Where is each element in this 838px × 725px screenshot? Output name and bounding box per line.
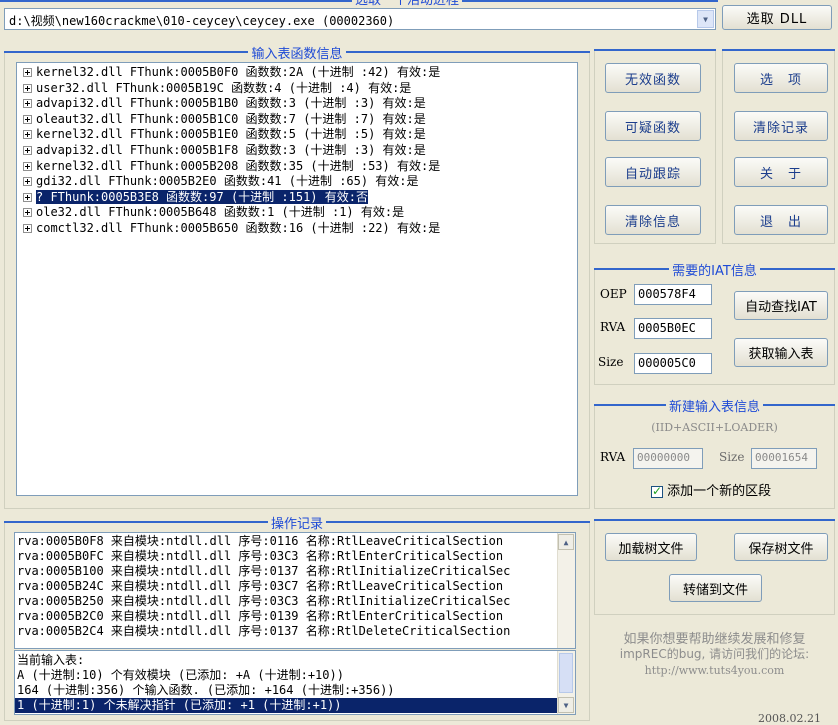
tree-module-label: advapi32.dll FThunk:0005B1F8 函数数:3 (十进制 … [36, 143, 426, 157]
expand-plus-icon[interactable] [23, 192, 32, 202]
select-dll-button[interactable]: 选取 DLL [722, 5, 832, 30]
tree-module-item[interactable]: kernel32.dll FThunk:0005B1E0 函数数:5 (十进制 … [23, 127, 426, 142]
auto-search-iat-button[interactable]: 自动查找IAT [734, 291, 828, 320]
log-line: rva:0005B24C 来自模块:ntdll.dll 序号:03C7 名称:R… [17, 579, 504, 593]
tree-module-item[interactable]: advapi32.dll FThunk:0005B1B0 函数数:3 (十进制 … [23, 96, 426, 111]
expand-plus-icon[interactable] [23, 161, 32, 171]
scroll-up-icon[interactable]: ▲ [558, 534, 574, 550]
process-select-value: d:\视频\new160crackme\010-ceycey\ceycey.ex… [9, 14, 395, 28]
tree-module-item[interactable]: gdi32.dll FThunk:0005B2E0 函数数:41 (十进制 :6… [23, 174, 419, 189]
summary-line: A (十进制:10) 个有效模块 (已添加: +A (十进制:+10)) [17, 668, 344, 682]
dump-to-file-button[interactable]: 转储到文件 [669, 574, 762, 602]
scroll-down-icon[interactable]: ▼ [558, 697, 574, 713]
import-tree[interactable]: kernel32.dll FThunk:0005B0F0 函数数:2A (十进制… [16, 62, 578, 496]
tree-module-label: comctl32.dll FThunk:0005B650 函数数:16 (十进制… [36, 221, 441, 235]
process-group-title: 选取一个活动进程 [352, 0, 463, 8]
checkbox-checked-icon[interactable] [651, 484, 663, 498]
load-tree-button[interactable]: 加载树文件 [605, 533, 697, 561]
import-functions-title: 输入表函数信息 [248, 47, 346, 62]
process-select[interactable]: d:\视频\new160crackme\010-ceycey\ceycey.ex… [4, 8, 716, 30]
new-import-subtitle: (IID+ASCII+LOADER) [651, 421, 778, 434]
log-line: rva:0005B0FC 来自模块:ntdll.dll 序号:03C3 名称:R… [17, 549, 504, 563]
iat-info-group: 需要的IAT信息 [594, 264, 835, 385]
suspicious-functions-button[interactable]: 可疑函数 [605, 111, 701, 141]
log-line: rva:0005B2C4 来自模块:ntdll.dll 序号:0137 名称:R… [17, 624, 511, 638]
log-title: 操作记录 [267, 517, 326, 532]
oep-label: OEP [600, 287, 627, 301]
iat-info-title: 需要的IAT信息 [669, 264, 760, 279]
summary-line: 164 (十进制:356) 个输入函数. (已添加: +164 (十进制:+35… [17, 683, 395, 697]
log-list[interactable]: rva:0005B0F8 来自模块:ntdll.dll 序号:0116 名称:R… [14, 532, 576, 649]
expand-plus-icon[interactable] [23, 177, 32, 187]
expand-plus-icon[interactable] [23, 68, 32, 77]
oep-input[interactable]: 000578F4 [634, 284, 712, 305]
tree-module-label: kernel32.dll FThunk:0005B208 函数数:35 (十进制… [36, 158, 441, 173]
tree-module-label: ole32.dll FThunk:0005B648 函数数:1 (十进制 :1)… [36, 205, 405, 220]
chevron-down-icon[interactable]: ▼ [697, 10, 714, 28]
log-line: rva:0005B2C0 来自模块:ntdll.dll 序号:0139 名称:R… [17, 609, 504, 623]
summary-scrollbar[interactable]: ▼ [557, 651, 575, 714]
tree-module-item[interactable]: kernel32.dll FThunk:0005B0F0 函数数:2A (十进制… [23, 65, 440, 80]
new-import-title: 新建输入表信息 [665, 400, 763, 415]
expand-plus-icon[interactable] [23, 114, 32, 124]
footer-date: 2008.02.21 [758, 712, 821, 725]
tree-module-label: user32.dll FThunk:0005B19C 函数数:4 (十进制 :4… [36, 80, 412, 95]
scrollbar-thumb[interactable] [559, 653, 573, 693]
tree-module-item[interactable]: user32.dll FThunk:0005B19C 函数数:4 (十进制 :4… [23, 81, 411, 96]
footer-message-line2: impREC的bug, 请访问我们的论坛: [619, 647, 810, 661]
summary-line: 当前输入表: [17, 653, 85, 667]
tree-module-label: kernel32.dll FThunk:0005B0F0 函数数:2A (十进制… [36, 65, 441, 79]
expand-plus-icon[interactable] [23, 83, 32, 93]
tree-module-item[interactable]: ole32.dll FThunk:0005B648 函数数:1 (十进制 :1)… [23, 205, 404, 220]
summary-line: 1 (十进制:1) 个未解决指针 (已添加: +1 (十进制:+1)) [15, 698, 562, 713]
new-rva-input[interactable]: 00000000 [633, 448, 703, 469]
clear-log-button[interactable]: 清除记录 [734, 111, 828, 141]
summary-list[interactable]: 当前输入表: A (十进制:10) 个有效模块 (已添加: +A (十进制:+10… [14, 650, 576, 715]
about-button[interactable]: 关 于 [734, 157, 828, 187]
size-label: Size [598, 355, 624, 369]
rva-input[interactable]: 0005B0EC [634, 318, 712, 339]
expand-plus-icon[interactable] [23, 208, 32, 218]
log-scrollbar[interactable]: ▲ [557, 533, 575, 648]
footer-url-link[interactable]: http://www.tuts4you.com [594, 664, 835, 677]
new-size-label: Size [719, 450, 745, 464]
tree-module-label: kernel32.dll FThunk:0005B1E0 函数数:5 (十进制 … [36, 127, 426, 142]
tree-module-label: ? FThunk:0005B3E8 函数数:97 (十进制 :151) 有效:否 [35, 188, 369, 205]
auto-trace-button[interactable]: 自动跟踪 [605, 157, 701, 187]
exit-button[interactable]: 退 出 [734, 205, 828, 235]
size-input[interactable]: 000005C0 [634, 353, 712, 374]
tree-module-item[interactable]: kernel32.dll FThunk:0005B208 函数数:35 (十进制… [23, 159, 440, 174]
save-tree-button[interactable]: 保存树文件 [734, 533, 828, 561]
options-button[interactable]: 选 项 [734, 63, 828, 93]
tree-module-item[interactable]: comctl32.dll FThunk:0005B650 函数数:16 (十进制… [23, 221, 440, 236]
expand-plus-icon[interactable] [23, 99, 32, 109]
log-line: rva:0005B250 来自模块:ntdll.dll 序号:03C3 名称:R… [17, 594, 511, 608]
clear-info-button[interactable]: 清除信息 [605, 205, 701, 235]
expand-plus-icon[interactable] [23, 130, 32, 140]
tree-module-item[interactable]: oleaut32.dll FThunk:0005B1C0 函数数:7 (十进制 … [23, 112, 426, 127]
tree-module-label: advapi32.dll FThunk:0005B1B0 函数数:3 (十进制 … [36, 96, 426, 111]
log-line: rva:0005B100 来自模块:ntdll.dll 序号:0137 名称:R… [17, 564, 511, 578]
tree-module-item[interactable]: advapi32.dll FThunk:0005B1F8 函数数:3 (十进制 … [23, 143, 426, 158]
log-line: rva:0005B0F8 来自模块:ntdll.dll 序号:0116 名称:R… [17, 534, 504, 548]
rva-label: RVA [600, 320, 626, 334]
get-imports-button[interactable]: 获取输入表 [734, 338, 828, 367]
invalid-functions-button[interactable]: 无效函数 [605, 63, 701, 93]
new-rva-label: RVA [600, 450, 626, 464]
new-size-input[interactable]: 00001654 [751, 448, 817, 469]
expand-plus-icon[interactable] [23, 224, 32, 233]
tree-module-item[interactable]: ? FThunk:0005B3E8 函数数:97 (十进制 :151) 有效:否 [23, 188, 369, 205]
tree-module-label: oleaut32.dll FThunk:0005B1C0 函数数:7 (十进制 … [36, 111, 426, 126]
tree-module-label: gdi32.dll FThunk:0005B2E0 函数数:41 (十进制 :6… [36, 174, 419, 189]
add-section-label: 添加一个新的区段 [667, 484, 772, 499]
expand-plus-icon[interactable] [23, 146, 32, 155]
add-section-checkbox[interactable]: 添加一个新的区段 [651, 480, 771, 499]
